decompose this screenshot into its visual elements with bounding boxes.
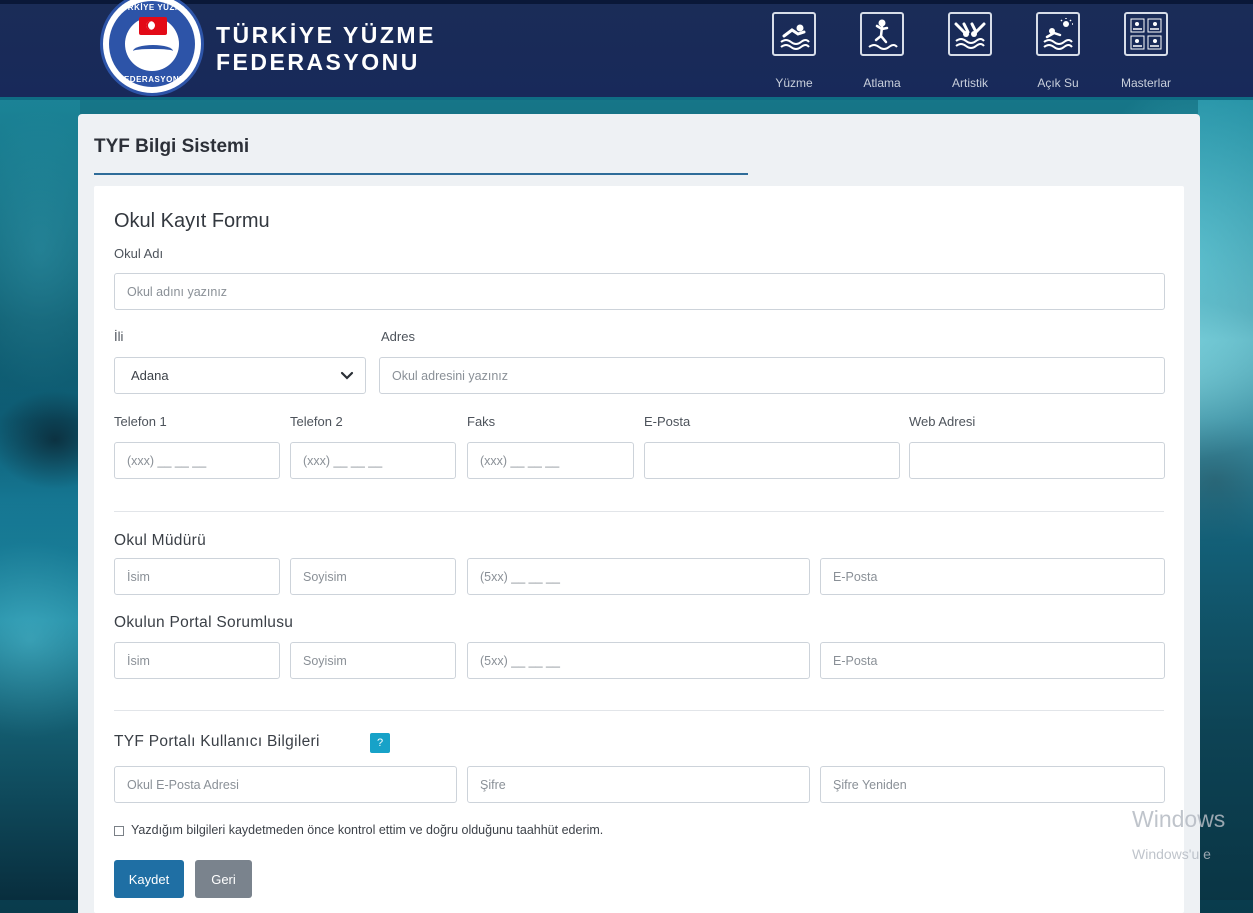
- fax-input[interactable]: [467, 442, 634, 479]
- principal-heading: Okul Müdürü: [114, 532, 207, 549]
- phone1-input[interactable]: [114, 442, 280, 479]
- school-email-input[interactable]: [114, 766, 457, 803]
- consent-checkbox[interactable]: [114, 826, 124, 836]
- nav-label: Atlama: [863, 76, 901, 90]
- help-icon[interactable]: ?: [370, 733, 390, 753]
- page-title: TYF Bilgi Sistemi: [94, 136, 250, 157]
- main-panel: TYF Bilgi Sistemi Okul Kayıt Formu Okul …: [78, 114, 1200, 913]
- web-address-input[interactable]: [909, 442, 1165, 479]
- nav-item-acik-su[interactable]: Açık Su: [1014, 8, 1102, 98]
- windows-watermark-title: Windows: [1132, 806, 1226, 832]
- password-repeat-input[interactable]: [820, 766, 1165, 803]
- registration-form-card: Okul Kayıt Formu Okul Adı İli Adana Adre…: [94, 186, 1184, 913]
- nav-label: Artistik: [952, 76, 988, 90]
- windows-watermark-subtitle: Windows'u e: [1132, 846, 1211, 862]
- title-underline: [94, 173, 748, 175]
- back-button[interactable]: Geri: [195, 860, 252, 898]
- open-water-icon: [1036, 12, 1080, 56]
- swimmer-icon: [772, 12, 816, 56]
- consent-text: Yazdığım bilgileri kaydetmeden önce kont…: [131, 823, 604, 837]
- nav-item-yuzme[interactable]: Yüzme: [750, 8, 838, 98]
- portal-user-heading: TYF Portalı Kullanıcı Bilgileri: [114, 733, 320, 750]
- nav-item-artistik[interactable]: Artistik: [926, 8, 1014, 98]
- brand-line-2: FEDERASYONU: [216, 49, 420, 75]
- brand-line-1: TÜRKİYE YÜZME: [216, 22, 436, 48]
- phone2-input[interactable]: [290, 442, 456, 479]
- phone1-label: Telefon 1: [114, 414, 167, 429]
- brand-name[interactable]: TÜRKİYE YÜZME FEDERASYONU: [216, 22, 436, 76]
- nav-label: Yüzme: [775, 76, 813, 90]
- diver-icon: [860, 12, 904, 56]
- city-label: İli: [114, 329, 124, 344]
- federation-logo[interactable]: TÜRKİYE YÜZME FEDERASYONU: [100, 0, 204, 96]
- nav-label: Açık Su: [1037, 76, 1079, 90]
- password-input[interactable]: [467, 766, 810, 803]
- city-select[interactable]: Adana: [114, 357, 366, 394]
- address-input[interactable]: [379, 357, 1165, 394]
- portal-manager-phone-input[interactable]: [467, 642, 810, 679]
- form-heading: Okul Kayıt Formu: [114, 210, 270, 232]
- section-divider: [114, 511, 1164, 512]
- nav-item-masterlar[interactable]: Masterlar: [1102, 8, 1190, 98]
- school-name-label: Okul Adı: [114, 246, 164, 261]
- background-right-band: [1198, 100, 1253, 900]
- background-left-band: [0, 100, 80, 900]
- nav-item-atlama[interactable]: Atlama: [838, 8, 926, 98]
- section-divider: [114, 710, 1164, 711]
- masters-icon: [1124, 12, 1168, 56]
- fax-label: Faks: [467, 414, 496, 429]
- phone2-label: Telefon 2: [290, 414, 343, 429]
- principal-first-name-input[interactable]: [114, 558, 280, 595]
- portal-manager-email-input[interactable]: [820, 642, 1165, 679]
- principal-last-name-input[interactable]: [290, 558, 456, 595]
- email-label: E-Posta: [644, 414, 691, 429]
- principal-phone-input[interactable]: [467, 558, 810, 595]
- portal-manager-first-name-input[interactable]: [114, 642, 280, 679]
- city-select-value: Adana: [131, 368, 169, 383]
- save-button[interactable]: Kaydet: [114, 860, 184, 898]
- email-input[interactable]: [644, 442, 900, 479]
- school-name-input[interactable]: [114, 273, 1165, 310]
- chevron-down-icon: [340, 371, 354, 380]
- site-header: TÜRKİYE YÜZME FEDERASYONU TÜRKİYE YÜZME …: [0, 0, 1253, 100]
- address-label: Adres: [381, 329, 415, 344]
- logo-bottom-text: FEDERASYONU: [118, 75, 186, 84]
- web-address-label: Web Adresi: [909, 414, 976, 429]
- logo-top-text: TÜRKİYE YÜZME: [116, 3, 188, 12]
- wave-icon: [133, 45, 173, 57]
- portal-manager-heading: Okulun Portal Sorumlusu: [114, 614, 294, 631]
- discipline-nav: Yüzme Atlama Artistik Açık Su Masterlar: [750, 8, 1190, 98]
- nav-label: Masterlar: [1120, 76, 1171, 90]
- turkish-flag-icon: [139, 17, 167, 35]
- synchronized-swimming-icon: [948, 12, 992, 56]
- principal-email-input[interactable]: [820, 558, 1165, 595]
- portal-manager-last-name-input[interactable]: [290, 642, 456, 679]
